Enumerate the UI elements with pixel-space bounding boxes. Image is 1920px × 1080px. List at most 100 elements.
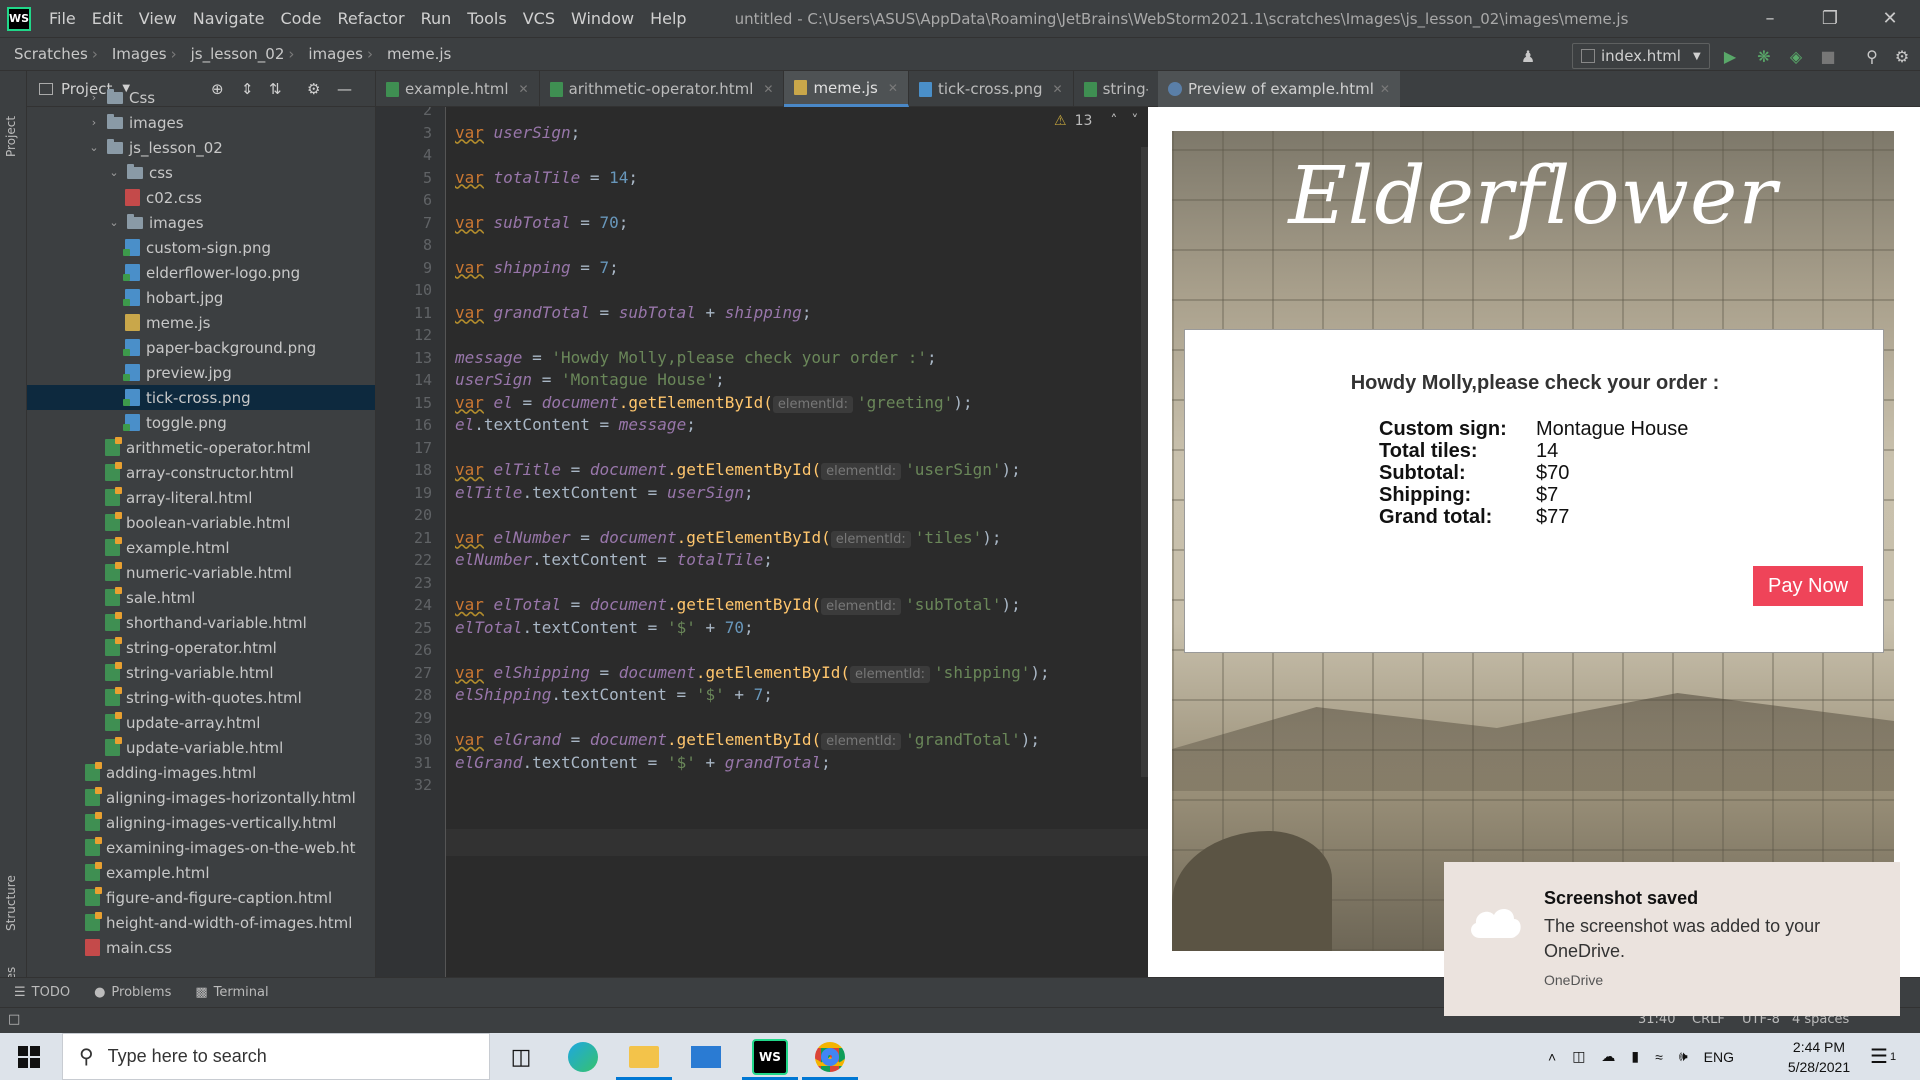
tree-file[interactable]: adding-images.html [27, 760, 375, 785]
chevron-down-icon[interactable]: ⌄ [107, 166, 121, 179]
tree-folder[interactable]: › images [27, 110, 375, 135]
chevron-up-icon[interactable]: ˄ [1548, 1049, 1556, 1065]
tree-file[interactable]: string-with-quotes.html [27, 685, 375, 710]
code-editor[interactable]: 2 3 4 5 6 7 8 9 10 11 12 13 14 15 16 17 18 19 20 21 22 23 24 25… [376, 107, 1148, 977]
tree-file[interactable]: toggle.png [27, 410, 375, 435]
tree-file[interactable]: preview.jpg [27, 360, 375, 385]
settings-icon[interactable]: ⚙ [1892, 46, 1912, 66]
start-button[interactable] [18, 1046, 40, 1068]
tree-file[interactable]: tick-cross.png [27, 385, 375, 410]
menu-window[interactable]: Window [563, 9, 642, 28]
breadcrumb-scratches[interactable]: Scratches [0, 45, 92, 63]
editor-tab[interactable]: tick-cross.png ✕ [909, 71, 1074, 107]
webstorm-task-icon[interactable]: WS [752, 1039, 788, 1075]
restore-button[interactable]: ❐ [1800, 0, 1860, 37]
breadcrumb-js-lesson[interactable]: js_lesson_02 [177, 45, 289, 63]
editor-scrollbar[interactable] [1141, 147, 1148, 777]
tree-file[interactable]: update-array.html [27, 710, 375, 735]
menu-vcs[interactable]: VCS [515, 9, 563, 28]
close-icon[interactable]: ✕ [763, 82, 773, 96]
tree-file[interactable]: sale.html [27, 585, 375, 610]
mail-icon[interactable] [688, 1039, 724, 1075]
minimize-button[interactable]: – [1740, 0, 1800, 37]
close-icon[interactable]: ✕ [519, 82, 529, 96]
tree-file[interactable]: example.html [27, 860, 375, 885]
close-icon[interactable]: ✕ [1053, 82, 1063, 96]
structure-tool-tab[interactable]: Structure [4, 875, 18, 931]
tree-file[interactable]: arithmetic-operator.html [27, 435, 375, 460]
tree-file[interactable]: height-and-width-of-images.html [27, 910, 375, 935]
onedrive-icon[interactable]: ☁ [1601, 1048, 1615, 1065]
close-icon[interactable]: ✕ [888, 81, 898, 95]
chevron-right-icon[interactable]: › [87, 116, 101, 129]
tree-file[interactable]: boolean-variable.html [27, 510, 375, 535]
tree-file[interactable]: custom-sign.png [27, 235, 375, 260]
menu-help[interactable]: Help [642, 9, 694, 28]
task-view-icon[interactable]: ◫ [503, 1039, 539, 1075]
problems-tab[interactable]: ● Problems [94, 985, 171, 1000]
tree-file[interactable]: main.css [27, 935, 375, 960]
chevron-right-icon[interactable]: › [87, 91, 101, 104]
inspection-widget[interactable]: ⚠ 13 ˄ ˅ [1054, 113, 1138, 129]
user-icon[interactable]: ♟ [1518, 46, 1538, 66]
tree-file[interactable]: update-variable.html [27, 735, 375, 760]
run-icon[interactable]: ▶ [1720, 46, 1740, 66]
editor-tab[interactable]: arithmetic-operator.html ✕ [540, 71, 785, 107]
tree-file[interactable]: examining-images-on-the-web.ht [27, 835, 375, 860]
menu-tools[interactable]: Tools [459, 9, 514, 28]
battery-icon[interactable]: ▮ [1631, 1048, 1639, 1065]
menu-file[interactable]: File [41, 9, 84, 28]
tree-folder[interactable]: ⌄ images [27, 210, 375, 235]
tree-file[interactable]: string-operator.html [27, 635, 375, 660]
run-config-select[interactable]: index.html ▼ [1572, 43, 1710, 69]
preview-tab[interactable]: Preview of example.html ✕ [1158, 71, 1400, 107]
pay-now-button[interactable]: Pay Now [1753, 566, 1863, 606]
tree-file[interactable]: elderflower-logo.png [27, 260, 375, 285]
layout-icon[interactable]: □ [8, 1012, 20, 1027]
todo-tab[interactable]: ☰ TODO [14, 985, 70, 1000]
tree-file[interactable]: array-literal.html [27, 485, 375, 510]
chrome-icon[interactable] [812, 1039, 848, 1075]
onedrive-notification[interactable]: Screenshot saved The screenshot was adde… [1444, 862, 1900, 1016]
tree-file[interactable]: array-constructor.html [27, 460, 375, 485]
tree-file[interactable]: shorthand-variable.html [27, 610, 375, 635]
volume-icon[interactable]: 🕪 [1679, 1048, 1688, 1065]
taskbar-search[interactable]: ⚲ Type here to search [62, 1033, 490, 1080]
tree-file[interactable]: paper-background.png [27, 335, 375, 360]
menu-refactor[interactable]: Refactor [329, 9, 412, 28]
menu-edit[interactable]: Edit [84, 9, 131, 28]
breadcrumb-images[interactable]: Images [98, 45, 171, 63]
tree-file[interactable]: example.html [27, 535, 375, 560]
chevron-down-icon[interactable]: ⌄ [107, 216, 121, 229]
menu-navigate[interactable]: Navigate [185, 9, 273, 28]
tree-folder[interactable]: ⌄ js_lesson_02 [27, 135, 375, 160]
device-icon[interactable]: ◫ [1572, 1048, 1585, 1065]
tree-folder[interactable]: › Css [27, 85, 375, 110]
tree-file[interactable]: hobart.jpg [27, 285, 375, 310]
search-icon[interactable]: ⚲ [1862, 46, 1882, 66]
chevron-down-icon[interactable]: ⌄ [87, 141, 101, 154]
debug-icon[interactable]: ❋ [1754, 46, 1774, 66]
tree-folder[interactable]: ⌄ css [27, 160, 375, 185]
terminal-tab[interactable]: ▩ Terminal [195, 985, 268, 1000]
stop-icon[interactable]: ■ [1818, 46, 1838, 66]
notification-center-icon[interactable]: ☰ 1 [1870, 1033, 1896, 1080]
wifi-icon[interactable]: ≈ [1655, 1049, 1663, 1065]
tree-file[interactable]: string-variable.html [27, 660, 375, 685]
file-explorer-icon[interactable] [626, 1039, 662, 1075]
menu-code[interactable]: Code [273, 9, 330, 28]
close-icon[interactable]: ✕ [1380, 82, 1390, 96]
editor-tab[interactable]: example.html ✕ [376, 71, 540, 107]
menu-view[interactable]: View [131, 9, 185, 28]
clock[interactable]: 2:44 PM 5/28/2021 [1774, 1033, 1864, 1080]
breadcrumb-file[interactable]: meme.js [373, 45, 455, 63]
editor-tab[interactable]: meme.js ✕ [784, 71, 909, 107]
edge-icon[interactable] [565, 1039, 601, 1075]
project-tool-tab[interactable]: Project [4, 116, 18, 157]
tree-file[interactable]: figure-and-figure-caption.html [27, 885, 375, 910]
chevron-down-icon[interactable]: ˅ [1131, 113, 1138, 129]
tree-file[interactable]: c02.css [27, 185, 375, 210]
tree-file[interactable]: aligning-images-horizontally.html [27, 785, 375, 810]
close-button[interactable]: ✕ [1860, 0, 1920, 37]
tree-file[interactable]: aligning-images-vertically.html [27, 810, 375, 835]
